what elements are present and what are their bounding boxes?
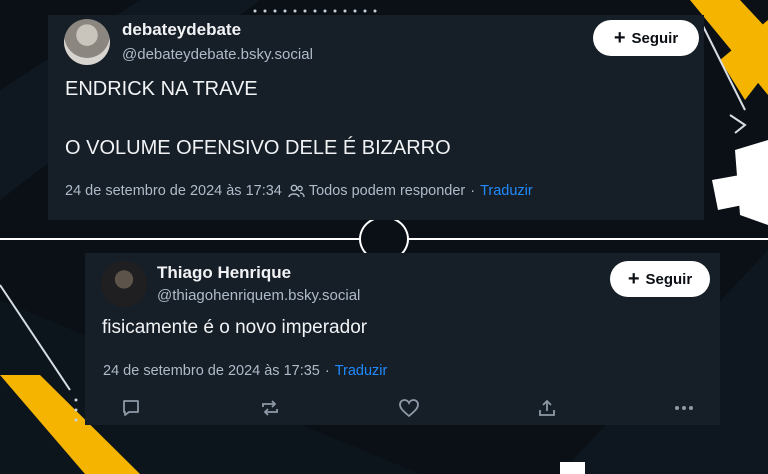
- separator: ·: [470, 183, 476, 199]
- plus-icon: +: [613, 27, 626, 49]
- people-icon: [288, 184, 305, 198]
- author-handle[interactable]: @debateydebate.bsky.social: [122, 46, 313, 63]
- repost-icon[interactable]: [258, 396, 282, 420]
- post-text-line: O VOLUME OFENSIVO DELE É BIZARRO: [65, 137, 451, 159]
- avatar[interactable]: [64, 19, 110, 65]
- author-name[interactable]: debateydebate: [122, 20, 241, 40]
- post-card-1: debateydebate @debateydebate.bsky.social…: [48, 15, 704, 220]
- translate-link[interactable]: Traduzir: [480, 183, 533, 199]
- share-icon[interactable]: [535, 396, 559, 420]
- post-timestamp[interactable]: 24 de setembro de 2024 às 17:34: [65, 183, 282, 199]
- post-text-line: fisicamente é o novo imperador: [102, 317, 368, 338]
- author-name[interactable]: Thiago Henrique: [157, 263, 291, 283]
- author-handle[interactable]: @thiagohenriquem.bsky.social: [157, 287, 360, 304]
- follow-button[interactable]: + Seguir: [610, 261, 710, 297]
- avatar[interactable]: [101, 261, 147, 307]
- plus-icon: +: [627, 268, 640, 290]
- post-meta: 24 de setembro de 2024 às 17:35 · Traduz…: [103, 363, 387, 379]
- translate-link[interactable]: Traduzir: [335, 363, 388, 379]
- follow-button-label: Seguir: [645, 270, 693, 288]
- post-timestamp[interactable]: 24 de setembro de 2024 às 17:35: [103, 363, 320, 379]
- reply-setting[interactable]: Todos podem responder: [309, 183, 465, 199]
- post-meta: 24 de setembro de 2024 às 17:34 Todos po…: [65, 183, 533, 199]
- post-actions: [111, 396, 701, 420]
- separator: ·: [324, 363, 330, 379]
- follow-button[interactable]: + Seguir: [593, 20, 699, 56]
- post-card-2: Thiago Henrique @thiagohenriquem.bsky.so…: [85, 253, 720, 425]
- follow-button-label: Seguir: [631, 29, 679, 47]
- like-icon[interactable]: [397, 396, 421, 420]
- more-icon[interactable]: [672, 396, 696, 420]
- post-text-line: ENDRICK NA TRAVE: [65, 78, 258, 100]
- reply-icon[interactable]: [119, 396, 143, 420]
